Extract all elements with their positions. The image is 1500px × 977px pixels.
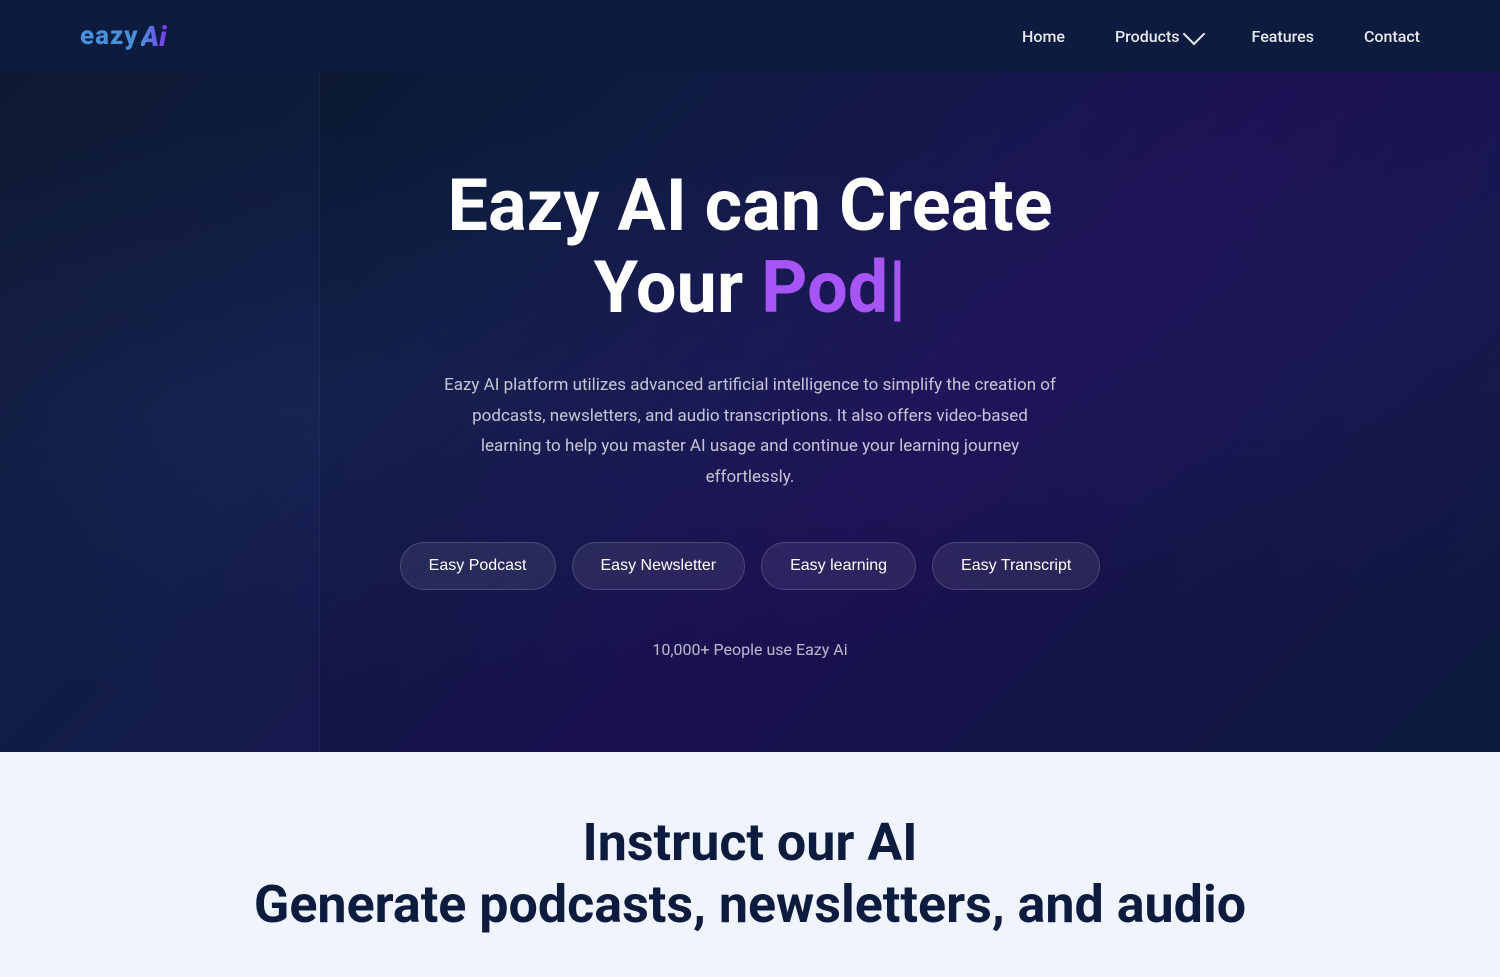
users-count: 10,000+ People use Eazy Ai — [652, 640, 847, 659]
easy-transcript-button[interactable]: Easy Transcript — [932, 542, 1100, 590]
nav-item-features[interactable]: Features — [1252, 27, 1314, 46]
bottom-section: Instruct our AI Generate podcasts, newsl… — [0, 752, 1500, 977]
hero-title: Eazy AI can Create Your Pod| — [448, 165, 1053, 331]
easy-podcast-button[interactable]: Easy Podcast — [400, 542, 556, 590]
navigation: eazyAi Home Products Features Contact — [0, 0, 1500, 72]
nav-link-home[interactable]: Home — [1022, 27, 1065, 46]
nav-link-products[interactable]: Products — [1115, 27, 1202, 46]
hero-title-line2-prefix: Your — [594, 245, 762, 330]
cursor: | — [888, 245, 906, 330]
products-label: Products — [1115, 27, 1180, 46]
bottom-title: Instruct our AI — [582, 812, 917, 874]
nav-item-home[interactable]: Home — [1022, 27, 1065, 46]
easy-learning-button[interactable]: Easy learning — [761, 542, 916, 590]
bottom-subtitle: Generate podcasts, newsletters, and audi… — [254, 874, 1246, 936]
product-buttons: Easy Podcast Easy Newsletter Easy learni… — [400, 542, 1101, 590]
hero-title-highlight: Pod| — [761, 245, 906, 330]
nav-links: Home Products Features Contact — [1022, 27, 1420, 46]
chevron-down-icon — [1182, 23, 1205, 46]
logo[interactable]: eazyAi — [80, 20, 167, 53]
hero-left-decoration — [0, 72, 320, 752]
easy-newsletter-button[interactable]: Easy Newsletter — [572, 542, 746, 590]
hero-description: Eazy AI platform utilizes advanced artif… — [440, 370, 1060, 492]
logo-ai-text: Ai — [141, 20, 167, 53]
hero-title-line2: Your Pod| — [448, 247, 1053, 330]
nav-item-products[interactable]: Products — [1115, 27, 1202, 46]
nav-link-features[interactable]: Features — [1252, 27, 1314, 46]
hero-title-line1: Eazy AI can Create — [448, 165, 1053, 248]
logo-eazy-text: eazy — [80, 21, 139, 51]
nav-item-contact[interactable]: Contact — [1364, 27, 1420, 46]
hero-section: Eazy AI can Create Your Pod| Eazy AI pla… — [0, 72, 1500, 752]
hero-highlight-text: Pod — [761, 245, 888, 330]
nav-link-contact[interactable]: Contact — [1364, 27, 1420, 46]
